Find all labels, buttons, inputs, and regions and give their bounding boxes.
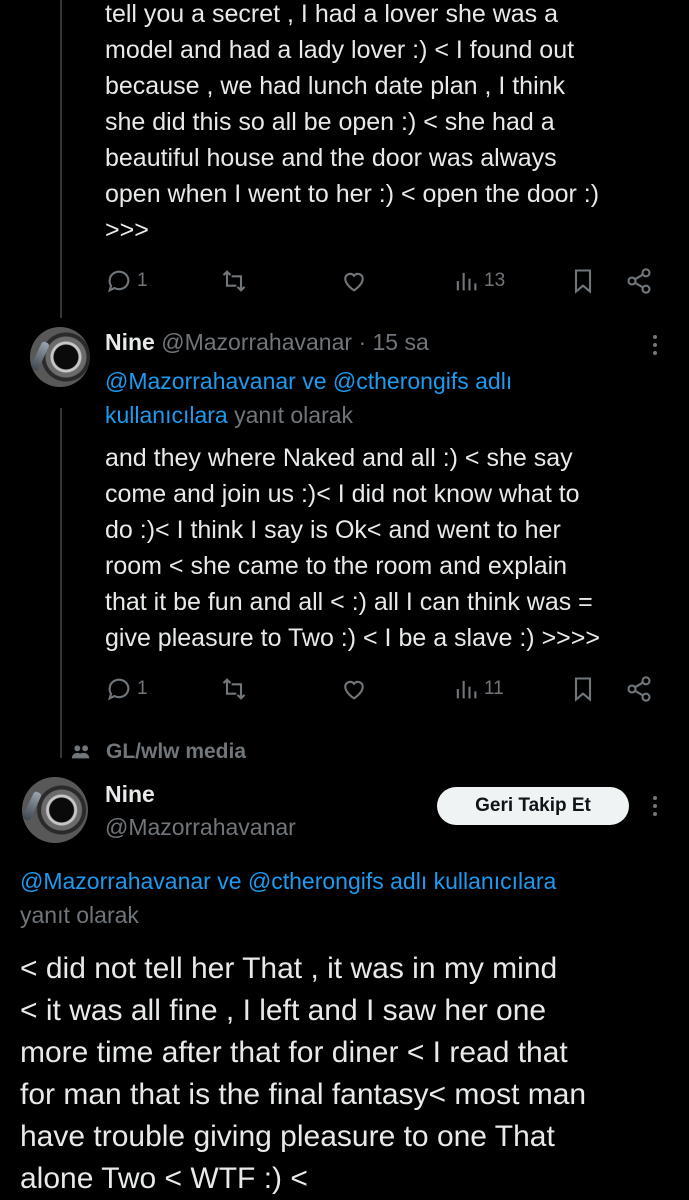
community-icon bbox=[71, 745, 90, 759]
post-line: for man that is the final fantasy< most … bbox=[20, 1078, 587, 1111]
views-button[interactable]: 11 bbox=[452, 669, 504, 709]
thread-line-middle bbox=[60, 408, 62, 758]
post-line: she did this so all be open :) < she had… bbox=[105, 108, 555, 136]
post-line: >>> bbox=[105, 216, 149, 244]
repost-icon bbox=[222, 678, 246, 700]
post-1-text: tell you a secret , I had a lover she wa… bbox=[105, 0, 665, 248]
views-icon bbox=[456, 680, 477, 699]
post-3-header: Nine @Mazorrahavanar bbox=[105, 778, 296, 844]
bookmark-button[interactable] bbox=[569, 261, 597, 301]
post-line: more time after that for diner < I read … bbox=[20, 1036, 568, 1069]
reply-to-link[interactable]: @Mazorrahavanar ve @ctherongifs adlı kul… bbox=[20, 864, 680, 898]
reply-to-suffix: yanıt olarak bbox=[20, 902, 139, 928]
post-1-actions: 1 13 bbox=[105, 261, 665, 301]
more-options-icon[interactable] bbox=[645, 330, 665, 360]
post-line: that it be fun and all < :) all I can th… bbox=[105, 588, 593, 616]
post-line: open when I went to her :) < open the do… bbox=[105, 180, 600, 208]
thread-line-top bbox=[60, 0, 62, 318]
like-button[interactable] bbox=[340, 261, 368, 301]
follow-back-button[interactable]: Geri Takip Et bbox=[437, 787, 629, 825]
reply-button[interactable]: 1 bbox=[105, 261, 148, 301]
reply-icon bbox=[107, 270, 130, 293]
reply-to-link[interactable]: kullanıcılara bbox=[105, 402, 228, 428]
views-count: 13 bbox=[484, 270, 506, 291]
post-2-reply-context: @Mazorrahavanar ve @ctherongifs adlı kul… bbox=[105, 364, 665, 432]
repost-icon bbox=[222, 270, 246, 292]
post-line: because , we had lunch date plan , I thi… bbox=[105, 72, 566, 100]
repost-button[interactable] bbox=[220, 261, 248, 301]
post-line: model and had a lady lover :) < I found … bbox=[105, 36, 575, 64]
post-line: < it was all fine , I left and I saw her… bbox=[20, 994, 547, 1027]
reply-to-suffix: yanıt olarak bbox=[227, 402, 354, 428]
reply-button[interactable]: 1 bbox=[105, 669, 148, 709]
views-icon bbox=[456, 272, 477, 291]
post-3-reply-context: @Mazorrahavanar ve @ctherongifs adlı kul… bbox=[20, 864, 680, 932]
share-button[interactable] bbox=[625, 261, 653, 301]
post-line: room < she came to the room and explain bbox=[105, 552, 568, 580]
views-count: 11 bbox=[484, 678, 504, 699]
post-line: beautiful house and the door was always bbox=[105, 144, 557, 172]
post-line: tell you a secret , I had a lover she wa… bbox=[105, 0, 559, 28]
views-button[interactable]: 13 bbox=[452, 261, 505, 301]
display-name[interactable]: Nine bbox=[105, 329, 155, 355]
reply-count: 1 bbox=[137, 678, 148, 699]
share-icon bbox=[627, 268, 651, 294]
post-line: and they where Naked and all :) < she sa… bbox=[105, 444, 573, 472]
post-3-text: < did not tell her That , it was in my m… bbox=[20, 948, 685, 1200]
post-line: give pleasure to Two :) < I be a slave :… bbox=[105, 624, 600, 652]
repost-button[interactable] bbox=[220, 669, 248, 709]
bookmark-button[interactable] bbox=[569, 669, 597, 709]
avatar[interactable] bbox=[30, 327, 90, 387]
display-name[interactable]: Nine bbox=[105, 778, 296, 811]
post-time[interactable]: · 15 sa bbox=[358, 329, 428, 355]
bookmark-icon bbox=[574, 269, 592, 294]
avatar[interactable] bbox=[22, 777, 88, 843]
heart-icon bbox=[344, 272, 364, 292]
post-line: < did not tell her That , it was in my m… bbox=[20, 952, 558, 985]
more-options-icon[interactable] bbox=[645, 791, 665, 821]
post-2-header: Nine @Mazorrahavanar · 15 sa bbox=[105, 325, 429, 359]
bookmark-icon bbox=[574, 677, 592, 702]
community-name: GL/wlw media bbox=[106, 740, 247, 763]
reply-icon bbox=[107, 678, 130, 701]
post-line: come and join us :)< I did not know what… bbox=[105, 480, 580, 508]
reply-to-link[interactable]: @Mazorrahavanar ve @ctherongifs adlı bbox=[105, 364, 665, 398]
post-line: have trouble giving pleasure to one That bbox=[20, 1120, 555, 1153]
post-line: do :)< I think I say is Ok< and went to … bbox=[105, 516, 561, 544]
like-button[interactable] bbox=[340, 669, 368, 709]
user-handle[interactable]: @Mazorrahavanar bbox=[161, 329, 352, 355]
post-line: alone Two < WTF :) < bbox=[20, 1162, 308, 1195]
share-icon bbox=[627, 676, 651, 702]
reply-count: 1 bbox=[137, 270, 148, 291]
user-handle[interactable]: @Mazorrahavanar bbox=[105, 811, 296, 844]
post-2-actions: 1 11 bbox=[105, 669, 665, 709]
post-2-text: and they where Naked and all :) < she sa… bbox=[105, 440, 665, 656]
community-label[interactable]: GL/wlw media bbox=[70, 736, 246, 768]
share-button[interactable] bbox=[625, 669, 653, 709]
heart-icon bbox=[344, 680, 364, 700]
